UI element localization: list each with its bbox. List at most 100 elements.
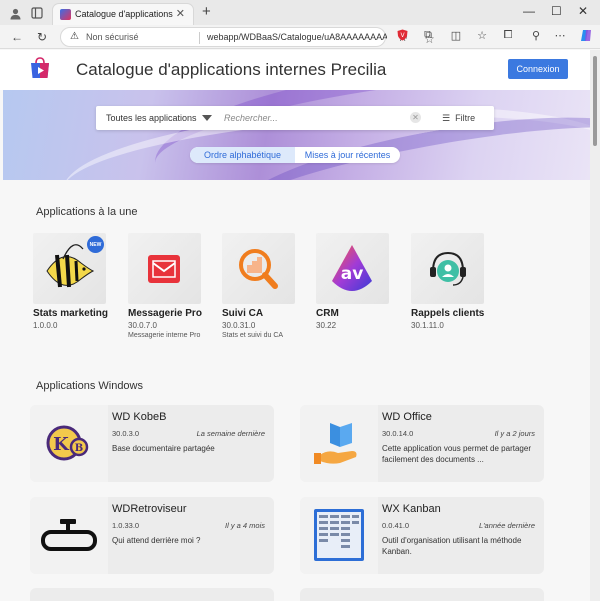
app-card-name: WD Office bbox=[382, 411, 432, 423]
tab-close-icon[interactable]: ✕ bbox=[176, 7, 185, 20]
minimize-icon[interactable]: — bbox=[523, 4, 535, 18]
profile-icon[interactable] bbox=[7, 5, 23, 21]
app-card-image[interactable] bbox=[300, 497, 378, 574]
browser-tab-active[interactable]: Catalogue d'applications ✕ bbox=[52, 3, 194, 25]
app-card-date: Il y a 4 mois bbox=[224, 521, 265, 530]
app-card-partial[interactable] bbox=[30, 588, 274, 601]
featured-app-tile[interactable]: Rappels clients 30.1.11.0 bbox=[411, 233, 501, 353]
back-icon[interactable]: ← bbox=[9, 29, 25, 45]
featured-app-image[interactable] bbox=[222, 233, 295, 304]
url-text[interactable]: webapp/WDBaaS/Catalogue/uA8AAAAAAAAA... bbox=[207, 32, 387, 42]
tab-favicon-icon bbox=[60, 9, 71, 20]
app-card-description: Outil d'organisation utilisant la méthod… bbox=[382, 536, 522, 556]
featured-app-name: CRM bbox=[316, 308, 339, 319]
featured-app-image[interactable]: NEW bbox=[33, 233, 106, 304]
more-options-icon[interactable]: ⋯ bbox=[552, 29, 568, 42]
sort-recent-updates-tab[interactable]: Mises à jour récentes bbox=[295, 147, 400, 163]
filter-button[interactable]: ☰ Filtre bbox=[442, 113, 475, 124]
collections-icon[interactable]: ⧠ bbox=[500, 29, 516, 42]
featured-app-image[interactable] bbox=[128, 233, 201, 304]
store-bag-icon bbox=[31, 57, 49, 78]
crm-logo-icon: av bbox=[332, 245, 372, 291]
app-card-image[interactable] bbox=[300, 405, 378, 482]
app-card-date: L'année dernière bbox=[478, 521, 535, 530]
featured-app-name: Messagerie Pro bbox=[128, 308, 202, 319]
app-card-image[interactable] bbox=[30, 497, 108, 574]
featured-app-image[interactable]: av bbox=[316, 233, 389, 304]
browser-chrome: Catalogue d'applications ✕ + — ☐ ✕ ← ↻ ⚠… bbox=[0, 0, 600, 49]
featured-app-version: 30.1.11.0 bbox=[411, 321, 444, 330]
app-card-description: Qui attend derrière moi ? bbox=[112, 536, 201, 545]
extensions-icon[interactable]: ⚲ bbox=[528, 29, 544, 42]
new-badge: NEW bbox=[87, 236, 104, 253]
mail-icon bbox=[148, 255, 180, 283]
refresh-icon[interactable]: ↻ bbox=[34, 29, 50, 45]
app-card[interactable]: WDRetroviseur 1.0.33.0 Il y a 4 mois Qui… bbox=[30, 497, 274, 574]
clear-search-icon[interactable]: ✕ bbox=[410, 112, 421, 123]
featured-app-name: Stats marketing bbox=[33, 308, 109, 319]
featured-app-description: Messagerie interne Pro bbox=[128, 332, 201, 339]
app-card-date: La semaine dernière bbox=[196, 429, 265, 438]
featured-app-version: 30.22 bbox=[316, 321, 337, 330]
hero-banner bbox=[3, 90, 590, 180]
maximize-icon[interactable]: ☐ bbox=[551, 4, 562, 18]
featured-app-name: Rappels clients bbox=[411, 308, 485, 319]
login-button[interactable]: Connexion bbox=[508, 59, 568, 79]
app-card-version: 1.0.33.0 bbox=[112, 521, 140, 530]
featured-app-version: 1.0.0.0 bbox=[33, 321, 58, 330]
app-card-partial[interactable] bbox=[300, 588, 544, 601]
page-title: Catalogue d'applications internes Precil… bbox=[76, 60, 387, 79]
app-card-name: WX Kanban bbox=[382, 503, 441, 515]
app-header: Catalogue d'applications internes Precil… bbox=[0, 50, 590, 90]
app-card[interactable]: WD Office 30.0.14.0 Il y a 2 jours Cette… bbox=[300, 405, 544, 482]
page-scrollbar[interactable] bbox=[590, 50, 600, 601]
featured-section-title: Applications à la une bbox=[36, 206, 138, 218]
featured-app-image[interactable] bbox=[411, 233, 484, 304]
tab-strip: Catalogue d'applications ✕ + — ☐ ✕ bbox=[0, 0, 600, 25]
featured-app-tile[interactable]: Suivi CA 30.0.31.0 Stats et suivi du CA bbox=[222, 233, 312, 353]
search-input[interactable] bbox=[224, 110, 404, 126]
security-status[interactable]: Non sécurisé bbox=[86, 32, 139, 42]
filter-lines-icon: ☰ bbox=[442, 113, 451, 123]
address-bar[interactable]: ⚠ Non sécurisé webapp/WDBaaS/Catalogue/u… bbox=[60, 27, 435, 47]
hand-book-icon bbox=[314, 423, 357, 464]
headset-user-icon bbox=[430, 251, 466, 286]
featured-app-name: Suivi CA bbox=[222, 308, 264, 319]
app-card[interactable]: WX Kanban 0.0.41.0 L'année dernière Outi… bbox=[300, 497, 544, 574]
featured-app-version: 30.0.31.0 bbox=[222, 321, 256, 330]
sort-alphabetical-tab[interactable]: Ordre alphabétique bbox=[190, 147, 295, 163]
search-bar: Toutes les applications ✕ ☰ Filtre bbox=[96, 106, 494, 130]
shield-extension-icon[interactable]: V bbox=[394, 29, 410, 44]
close-window-icon[interactable]: ✕ bbox=[578, 4, 588, 18]
category-select[interactable]: Toutes les applications bbox=[106, 113, 197, 123]
tab-title: Catalogue d'applications bbox=[75, 9, 173, 19]
rearview-mirror-icon bbox=[41, 519, 97, 551]
app-card-image[interactable]: K B bbox=[30, 405, 108, 482]
favorites-icon[interactable]: ☆ bbox=[474, 29, 490, 42]
featured-app-tile[interactable]: Messagerie Pro 30.0.7.0 Messagerie inter… bbox=[128, 233, 218, 353]
app-card-version: 30.0.14.0 bbox=[382, 429, 414, 438]
kb-logo-icon: K B bbox=[46, 425, 89, 461]
sidebar-split-icon[interactable]: ⧉ bbox=[420, 29, 436, 42]
app-content: Catalogue d'applications internes Precil… bbox=[0, 50, 590, 601]
chevron-down-icon[interactable] bbox=[202, 115, 212, 121]
magnifier-chart-icon bbox=[239, 249, 278, 289]
navigation-bar: ← ↻ ⚠ Non sécurisé webapp/WDBaaS/Catalog… bbox=[0, 25, 600, 49]
featured-app-tile[interactable]: av CRM 30.22 bbox=[316, 233, 406, 353]
featured-app-tile[interactable]: NEW Stats marketing 1.0.0.0 bbox=[33, 233, 123, 353]
app-card[interactable]: K B WD KobeB 30.0.3.0 La semaine dernièr… bbox=[30, 405, 274, 482]
featured-app-version: 30.0.7.0 bbox=[128, 321, 157, 330]
copilot-icon[interactable] bbox=[578, 29, 594, 45]
app-card-name: WD KobeB bbox=[112, 411, 167, 423]
new-tab-icon[interactable]: + bbox=[202, 3, 211, 20]
app-card-version: 30.0.3.0 bbox=[112, 429, 140, 438]
svg-text:av: av bbox=[341, 264, 364, 284]
address-divider bbox=[199, 32, 200, 44]
scrollbar-thumb[interactable] bbox=[593, 56, 597, 146]
app-card-name: WDRetroviseur bbox=[112, 503, 187, 515]
warning-icon[interactable]: ⚠ bbox=[70, 31, 79, 42]
svg-text:K: K bbox=[53, 434, 70, 455]
tab-actions-icon[interactable] bbox=[29, 5, 45, 21]
split-screen-icon[interactable]: ◫ bbox=[448, 29, 464, 42]
featured-app-description: Stats et suivi du CA bbox=[222, 332, 284, 339]
